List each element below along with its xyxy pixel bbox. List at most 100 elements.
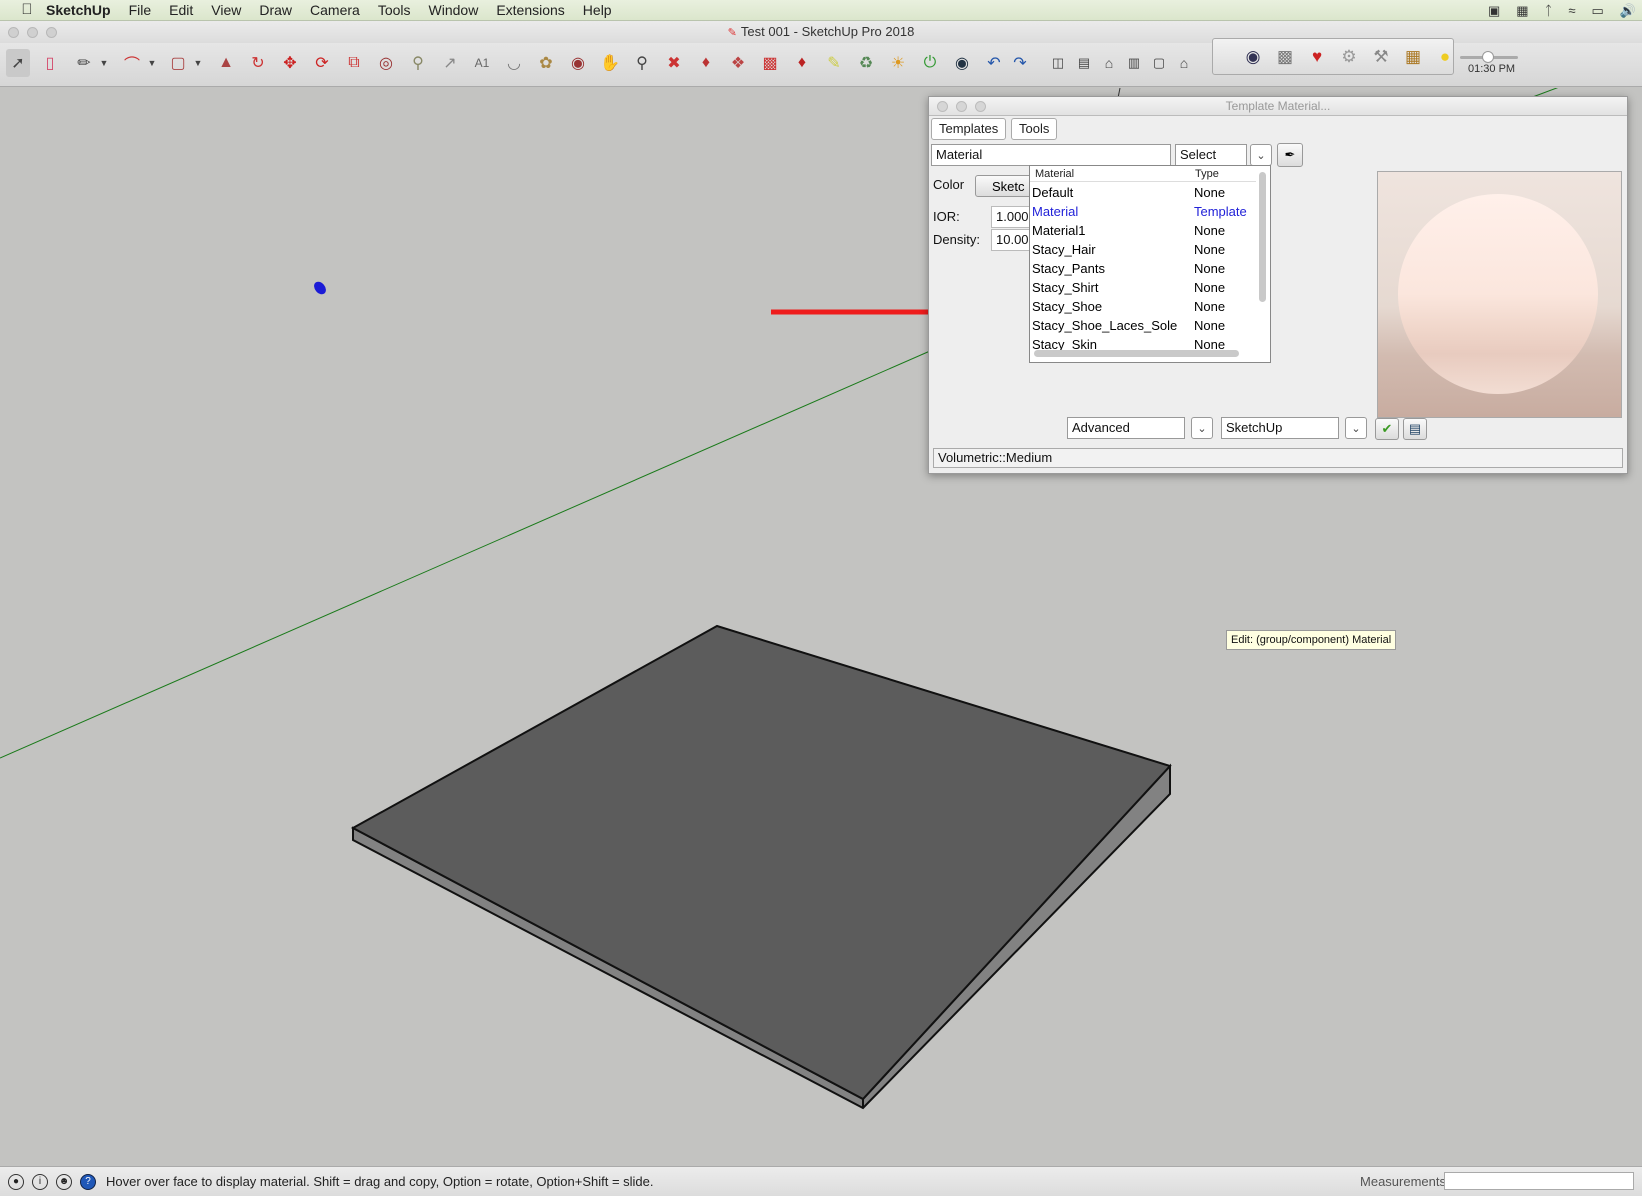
box-top-face[interactable] [350, 624, 1172, 1101]
protractor-tool-icon[interactable]: ◡ [502, 49, 526, 77]
tab-tools[interactable]: Tools [1011, 118, 1058, 140]
engine-dropdown-arrow-icon[interactable]: ⌄ [1345, 417, 1367, 439]
line-dropdown-icon[interactable]: ▼ [92, 49, 116, 77]
top-view-icon[interactable]: ▤ [1072, 49, 1096, 77]
list-item-active[interactable]: Material Template [1030, 203, 1256, 222]
menu-tools[interactable]: Tools [378, 2, 411, 18]
geolocation-icon[interactable]: ● [8, 1173, 24, 1190]
warehouse-tool-icon[interactable]: ♦ [694, 49, 718, 77]
zoom-window-button[interactable] [46, 27, 57, 38]
select-dropdown-arrow-icon[interactable]: ⌄ [1250, 144, 1272, 166]
materials-tool-icon[interactable]: ♥ [1303, 43, 1331, 71]
zoom-extents-tool-icon[interactable]: ✖ [662, 49, 686, 77]
eraser-tool-icon[interactable]: ▯ [38, 49, 62, 77]
ruby-console-icon[interactable]: ♦ [790, 49, 814, 77]
power-tool-icon[interactable]: ⏻ [918, 49, 942, 77]
app-menu[interactable]: SketchUp [46, 2, 111, 18]
menu-camera[interactable]: Camera [310, 2, 360, 18]
rotate-tool-icon[interactable]: ⟳ [310, 49, 334, 77]
menu-help[interactable]: Help [583, 2, 612, 18]
list-item[interactable]: Stacy_Hair None [1030, 241, 1256, 260]
notification-icon[interactable]: ▦ [1516, 3, 1528, 19]
paint-bucket-tool-icon[interactable]: ✿ [534, 49, 558, 77]
wrench-icon[interactable]: ⚒ [1367, 43, 1395, 71]
list-item[interactable]: Default None [1030, 184, 1256, 203]
panel-title-bar[interactable]: Template Material... [929, 97, 1627, 116]
dimension-tool-icon[interactable]: ↗ [438, 49, 462, 77]
time-slider[interactable] [1460, 51, 1518, 63]
binoculars-tool-icon[interactable]: ◉ [950, 49, 974, 77]
list-item[interactable]: Material1 None [1030, 222, 1256, 241]
orbit-tool-icon[interactable]: ◉ [566, 49, 590, 77]
render-tool-icon[interactable]: ◉ [1239, 43, 1267, 71]
list-horizontal-scrollbar[interactable] [1034, 350, 1239, 357]
wifi-icon[interactable]: ≈ [1568, 3, 1575, 18]
arc-dropdown-icon[interactable]: ▼ [140, 49, 164, 77]
list-header-material[interactable]: Material [1035, 168, 1074, 180]
material-list-dropdown[interactable]: Material Type Default None Material Templa… [1029, 165, 1271, 363]
follow-me-tool-icon[interactable]: ↻ [246, 49, 270, 77]
menu-view[interactable]: View [211, 2, 241, 18]
select-tool-icon[interactable]: ➚ [6, 49, 30, 77]
mode-dropdown[interactable]: Advanced [1067, 417, 1185, 439]
apply-check-icon[interactable]: ✔ [1375, 418, 1399, 440]
material-name-field[interactable]: Material [931, 144, 1171, 166]
zoom-tool-icon[interactable]: ⚲ [630, 49, 654, 77]
pan-tool-icon[interactable]: ✋ [598, 49, 622, 77]
user-icon[interactable]: ☻ [56, 1173, 72, 1190]
panel-minimize-button[interactable] [956, 101, 967, 112]
minimize-window-button[interactable] [27, 27, 38, 38]
rectangle-dropdown-icon[interactable]: ▼ [186, 49, 210, 77]
menu-draw[interactable]: Draw [259, 2, 292, 18]
measurements-input[interactable] [1444, 1172, 1634, 1190]
sun-tool-icon[interactable]: ☀ [886, 49, 910, 77]
panel-close-button[interactable] [937, 101, 948, 112]
menu-edit[interactable]: Edit [169, 2, 193, 18]
list-item[interactable]: Stacy_Pants None [1030, 260, 1256, 279]
package-icon[interactable]: ▦ [1399, 43, 1427, 71]
menu-file[interactable]: File [129, 2, 152, 18]
settings-gear-icon[interactable]: ⚙ [1335, 43, 1363, 71]
push-pull-tool-icon[interactable]: ▲ [214, 49, 238, 77]
text-tool-icon[interactable]: A1 [470, 49, 494, 77]
engine-dropdown[interactable]: SketchUp [1221, 417, 1339, 439]
lightbulb-icon[interactable]: ● [1431, 43, 1459, 71]
paint-tool-icon[interactable]: ♻ [854, 49, 878, 77]
front-view-icon[interactable]: ⌂ [1097, 49, 1121, 77]
sketch-tool-icon[interactable]: ✎ [822, 49, 846, 77]
offset-tool-icon[interactable]: ◎ [374, 49, 398, 77]
select-dropdown[interactable]: Select [1175, 144, 1247, 166]
tape-measure-tool-icon[interactable]: ⚲ [406, 49, 430, 77]
screen-mirror-icon[interactable]: ▣ [1488, 3, 1500, 19]
close-window-button[interactable] [8, 27, 19, 38]
list-vertical-scrollbar[interactable] [1259, 172, 1266, 302]
volume-icon[interactable]: 🔊 [1620, 3, 1636, 19]
components-tool-icon[interactable]: ❖ [726, 49, 750, 77]
mode-dropdown-arrow-icon[interactable]: ⌄ [1191, 417, 1213, 439]
list-header-type[interactable]: Type [1195, 168, 1219, 180]
undo-icon[interactable]: ↶ [982, 49, 1006, 77]
airplay-icon[interactable]: ▭ [1592, 3, 1604, 19]
menu-extensions[interactable]: Extensions [496, 2, 564, 18]
redo-icon[interactable]: ↷ [1008, 49, 1032, 77]
eyedropper-icon[interactable]: ✒ [1277, 143, 1303, 167]
left-view-icon[interactable]: ⌂ [1172, 49, 1196, 77]
tab-templates[interactable]: Templates [931, 118, 1007, 140]
details-list-icon[interactable]: ▤ [1403, 418, 1427, 440]
list-item[interactable]: Stacy_Shoe_Laces_Sole None [1030, 317, 1256, 336]
extension-warehouse-icon[interactable]: ▩ [758, 49, 782, 77]
move-tool-icon[interactable]: ✥ [278, 49, 302, 77]
iso-view-icon[interactable]: ◫ [1046, 49, 1070, 77]
apple-icon[interactable]:  [18, 1, 36, 19]
back-view-icon[interactable]: ▢ [1147, 49, 1171, 77]
bluetooth-icon[interactable]: ᛏ [1545, 3, 1553, 18]
panel-zoom-button[interactable] [975, 101, 986, 112]
right-view-icon[interactable]: ▥ [1122, 49, 1146, 77]
list-item[interactable]: Stacy_Shirt None [1030, 279, 1256, 298]
menu-window[interactable]: Window [429, 2, 479, 18]
help-icon[interactable]: ? [80, 1173, 96, 1190]
list-item[interactable]: Stacy_Shoe None [1030, 298, 1256, 317]
camera-tool-icon[interactable]: ▩ [1271, 43, 1299, 71]
time-slider-knob[interactable] [1482, 51, 1494, 63]
color-button[interactable]: Sketc [975, 175, 1035, 197]
